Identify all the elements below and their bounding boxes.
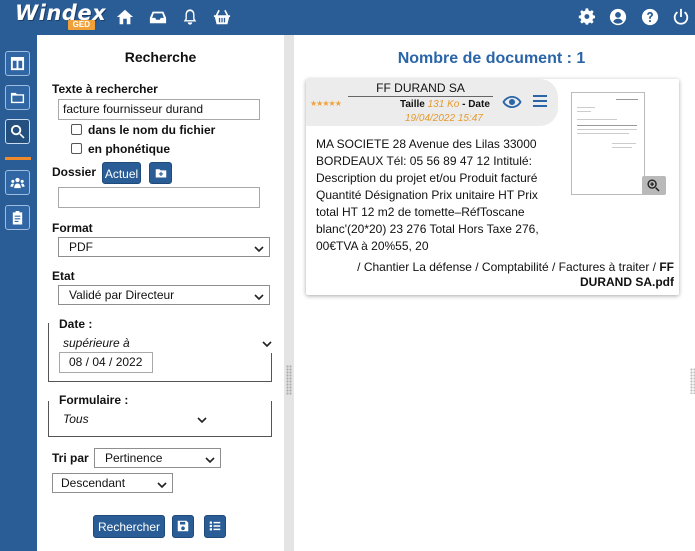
save-search-button[interactable]: [172, 515, 194, 538]
search-button[interactable]: Rechercher: [93, 515, 165, 538]
chevron-down-icon: [205, 452, 215, 464]
windex-logo[interactable]: Windex GED: [15, 1, 106, 31]
home-icon[interactable]: [116, 8, 134, 26]
rating-stars[interactable]: ★★★★★: [310, 99, 342, 108]
phonetic-option-label: en phonétique: [88, 142, 170, 156]
chevron-down-icon[interactable]: [197, 414, 207, 424]
format-label: Format: [52, 221, 93, 235]
format-value: PDF: [69, 240, 93, 254]
thumb-line: [577, 133, 629, 134]
document-meta: Taille 131 Ko - Date: [400, 99, 490, 110]
sort-label: Tri par: [52, 451, 89, 465]
document-folder-path: / Chantier La défense / Comptabilité / F…: [357, 260, 656, 274]
help-icon[interactable]: [641, 8, 659, 26]
state-select[interactable]: Validé par Directeur: [58, 285, 270, 305]
date-input[interactable]: 08 / 04 / 2022: [59, 352, 153, 373]
chevron-down-icon: [254, 289, 264, 301]
right-edge-grip[interactable]: [690, 368, 695, 394]
panel-title: Recherche: [124, 49, 197, 65]
date-value: 19/04/2022 15:47: [405, 113, 483, 124]
card-header: FF DURAND SA ★★★★★ Taille 131 Ko - Date …: [306, 79, 558, 126]
search-panel: Recherche Texte à rechercher facture fou…: [37, 35, 284, 551]
menu-icon[interactable]: [532, 94, 548, 108]
sort-value: Pertinence: [105, 451, 163, 465]
folder-input[interactable]: [58, 187, 260, 208]
thumb-line: [577, 107, 595, 108]
filename-checkbox[interactable]: [71, 124, 82, 135]
eye-icon[interactable]: [502, 95, 522, 109]
chevron-down-icon: [254, 241, 264, 253]
user-icon[interactable]: [609, 8, 627, 26]
rail-separator: [5, 157, 31, 160]
thumb-line: [577, 129, 637, 130]
gear-icon[interactable]: [578, 8, 596, 26]
thumb-line: [577, 119, 617, 120]
zoom-button[interactable]: [642, 176, 666, 195]
columns-icon[interactable]: [5, 51, 30, 76]
state-value: Validé par Directeur: [69, 288, 175, 302]
users-icon[interactable]: [5, 170, 30, 195]
results-count-title: Nombre de document : 1: [397, 50, 586, 67]
document-card[interactable]: FF DURAND SA ★★★★★ Taille 131 Ko - Date …: [306, 79, 679, 295]
state-label: Etat: [52, 269, 75, 283]
chevron-down-icon[interactable]: [262, 338, 272, 348]
filename-option-label: dans le nom du fichier: [88, 123, 216, 137]
format-select[interactable]: PDF: [58, 237, 270, 257]
top-bar: Windex GED: [0, 0, 695, 35]
sort-select[interactable]: Pertinence: [94, 448, 221, 468]
search-text-label: Texte à rechercher: [52, 82, 158, 96]
clipboard-icon[interactable]: [5, 205, 30, 230]
power-icon[interactable]: [672, 8, 690, 26]
saved-searches-button[interactable]: [204, 515, 226, 538]
folder-add-icon: [155, 169, 166, 178]
document-thumbnail[interactable]: [571, 92, 645, 195]
splitter-grip[interactable]: [286, 365, 292, 395]
size-value: 131 Ko: [427, 99, 460, 110]
folder-picker-button[interactable]: [149, 162, 172, 184]
logo-subtitle: GED: [67, 20, 95, 30]
list-icon: [209, 521, 221, 531]
panel-splitter[interactable]: [284, 35, 294, 551]
form-select[interactable]: Tous: [63, 412, 89, 426]
date-operator-select[interactable]: supérieure à: [63, 336, 130, 350]
phonetic-checkbox[interactable]: [71, 143, 82, 154]
left-rail: [0, 35, 37, 551]
zoom-in-icon: [647, 179, 660, 192]
basket-icon[interactable]: [213, 8, 231, 26]
date-fieldset-edge: [270, 353, 272, 382]
current-folder-button[interactable]: Actuel: [102, 162, 141, 184]
date-label: - Date: [462, 99, 490, 110]
date-label: Date :: [57, 317, 95, 331]
save-icon: [177, 520, 189, 532]
document-name[interactable]: FF DURAND SA: [348, 81, 493, 97]
size-label: Taille: [400, 99, 425, 110]
search-icon[interactable]: [5, 119, 30, 144]
results-panel: Nombre de document : 1 FF DURAND SA ★★★★…: [294, 35, 695, 551]
folder-icon[interactable]: [5, 85, 30, 110]
document-path[interactable]: / Chantier La défense / Comptabilité / F…: [316, 260, 674, 290]
thumb-line: [616, 99, 638, 100]
inbox-icon[interactable]: [149, 8, 167, 26]
thumb-line: [612, 143, 636, 144]
order-select[interactable]: Descendant: [52, 473, 173, 493]
search-text-input[interactable]: facture fournisseur durand: [58, 99, 260, 120]
thumb-line: [577, 125, 637, 126]
thumb-line: [612, 147, 632, 148]
bell-icon[interactable]: [181, 8, 199, 26]
order-value: Descendant: [61, 476, 126, 490]
thumb-line: [577, 111, 591, 112]
chevron-down-icon: [157, 477, 167, 489]
form-label: Formulaire :: [57, 393, 131, 407]
folder-label: Dossier: [52, 165, 97, 179]
document-summary: MA SOCIETE 28 Avenue des Lilas 33000 BOR…: [316, 137, 539, 253]
